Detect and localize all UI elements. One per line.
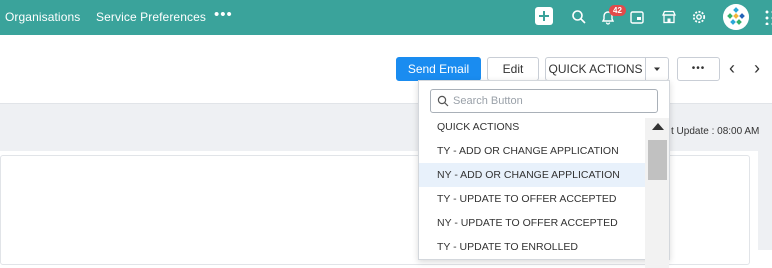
apps-grid-icon[interactable] <box>764 9 772 25</box>
dropdown-item-ty-offer-accepted[interactable]: TY - UPDATE TO OFFER ACCEPTED <box>419 187 645 211</box>
search-button-input[interactable] <box>453 93 648 109</box>
send-email-button[interactable]: Send Email <box>396 57 481 81</box>
quick-actions-dropdown: QUICK ACTIONS TY - ADD OR CHANGE APPLICA… <box>418 80 670 268</box>
dropdown-scrollbar[interactable] <box>645 118 669 268</box>
scroll-thumb[interactable] <box>648 140 667 180</box>
gear-icon[interactable] <box>691 9 707 25</box>
add-icon[interactable] <box>535 7 553 25</box>
calendar-icon[interactable] <box>629 9 645 25</box>
dropdown-item-ty-enrolled[interactable]: TY - UPDATE TO ENROLLED <box>419 235 645 259</box>
dropdown-item-ny-add-change-application[interactable]: NY - ADD OR CHANGE APPLICATION <box>419 163 645 187</box>
last-update-text: t Update : 08:00 AM <box>671 126 760 137</box>
store-icon[interactable] <box>661 9 677 25</box>
notification-badge: 42 <box>609 5 626 16</box>
edit-button[interactable]: Edit <box>487 57 539 81</box>
next-record-button[interactable]: › <box>754 58 760 78</box>
previous-record-button[interactable]: ‹ <box>729 58 735 78</box>
dropdown-item-ny-offer-accepted[interactable]: NY - UPDATE TO OFFER ACCEPTED <box>419 211 645 235</box>
search-icon <box>437 95 449 107</box>
nav-organisations[interactable]: Organisations <box>5 10 80 24</box>
quick-actions-button[interactable]: QUICK ACTIONS <box>545 57 646 81</box>
scroll-up-arrow-icon[interactable] <box>652 123 664 130</box>
top-nav-bar: Organisations Service Preferences ••• 42 <box>0 0 772 35</box>
dropdown-search[interactable] <box>430 89 658 113</box>
dropdown-item-ty-add-change-application[interactable]: TY - ADD OR CHANGE APPLICATION <box>419 139 645 163</box>
dropdown-item-quick-actions[interactable]: QUICK ACTIONS <box>419 115 645 139</box>
nav-more-button[interactable]: ••• <box>214 6 233 23</box>
quick-actions-toggle[interactable] <box>645 57 669 81</box>
avatar[interactable] <box>723 4 749 30</box>
nav-service-preferences[interactable]: Service Preferences <box>96 10 206 24</box>
search-icon[interactable] <box>571 9 587 25</box>
side-strip <box>758 150 772 250</box>
more-actions-button[interactable]: ••• <box>677 57 720 81</box>
caret-down-icon <box>654 67 660 71</box>
